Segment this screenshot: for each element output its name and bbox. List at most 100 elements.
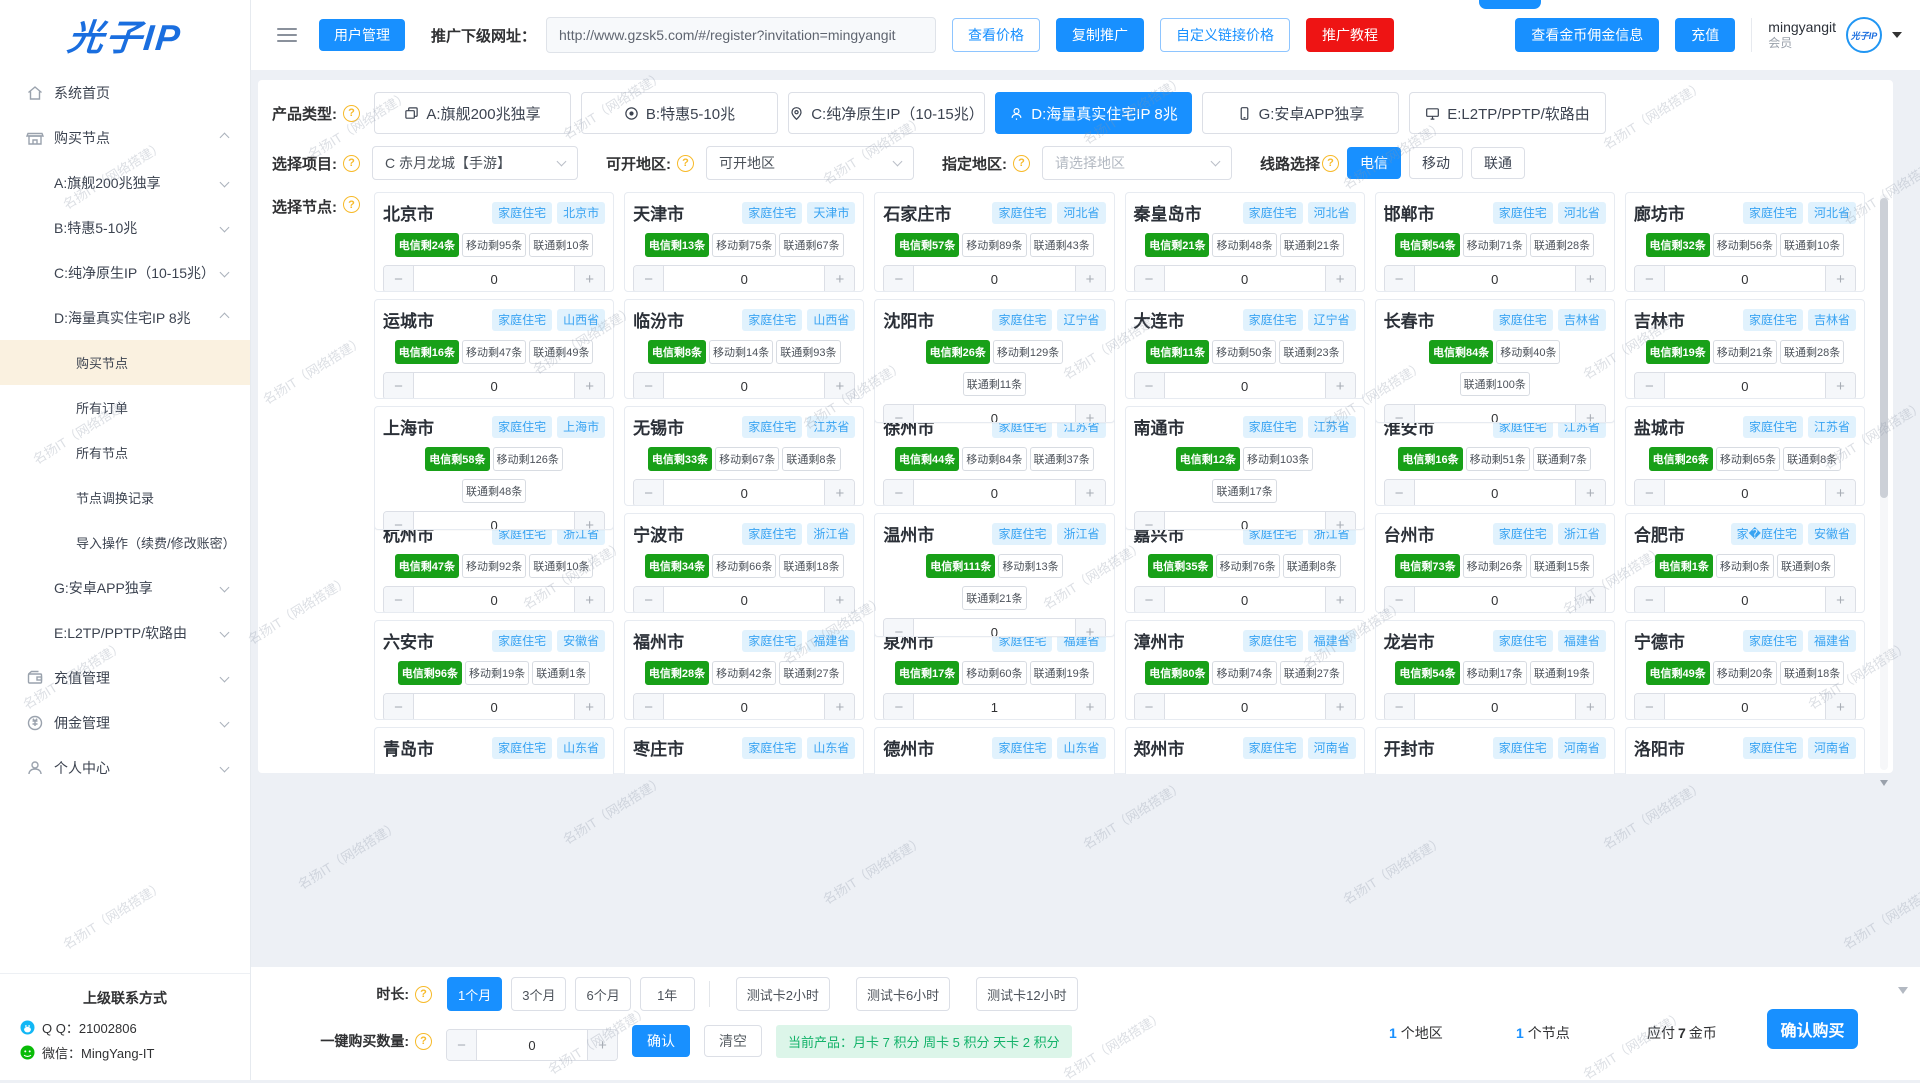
custom-link-price-button[interactable]: 自定义链接价格	[1160, 18, 1290, 52]
decrease-button[interactable]: −	[384, 266, 414, 292]
specify-area-select[interactable]: 请选择地区	[1042, 146, 1232, 180]
decrease-button[interactable]: −	[634, 587, 664, 613]
quantity-input[interactable]	[1665, 587, 1825, 613]
decrease-button[interactable]: −	[1635, 373, 1665, 399]
increase-button[interactable]: +	[1075, 694, 1105, 720]
product-tab[interactable]: C:纯净原生IP（10-15兆）	[788, 92, 985, 134]
duration-button[interactable]: 1个月	[447, 977, 502, 1011]
quantity-input[interactable]	[1415, 480, 1575, 506]
increase-button[interactable]: +	[574, 694, 604, 720]
decrease-button[interactable]: −	[1635, 694, 1665, 720]
decrease-button[interactable]: −	[884, 266, 914, 292]
project-select[interactable]: C 赤月龙城【手游】	[372, 146, 578, 180]
sidebar-item[interactable]: 充值管理	[0, 655, 250, 700]
promo-url-input[interactable]	[546, 17, 936, 53]
decrease-button[interactable]: −	[1135, 694, 1165, 720]
sidebar-item[interactable]: 节点调换记录	[0, 475, 250, 520]
hamburger-menu-icon[interactable]	[277, 28, 297, 42]
product-tab[interactable]: D:海量真实住宅IP 8兆	[995, 92, 1192, 134]
increase-button[interactable]: +	[1075, 619, 1105, 637]
increase-button[interactable]: +	[1575, 587, 1605, 613]
sidebar-item[interactable]: E:L2TP/PPTP/软路由	[0, 610, 250, 655]
quantity-input[interactable]	[1165, 587, 1325, 613]
decrease-button[interactable]: −	[634, 694, 664, 720]
quantity-input[interactable]	[664, 480, 824, 506]
increase-button[interactable]: +	[1325, 694, 1355, 720]
duration-button[interactable]: 1年	[640, 977, 695, 1011]
increase-button[interactable]: +	[1575, 266, 1605, 292]
quantity-input[interactable]	[914, 694, 1074, 720]
open-region-select[interactable]: 可开地区	[706, 146, 914, 180]
product-tab[interactable]: B:特惠5-10兆	[581, 92, 778, 134]
quantity-input[interactable]	[914, 619, 1074, 637]
increase-button[interactable]: +	[1825, 266, 1855, 292]
decrease-button[interactable]: −	[884, 405, 914, 423]
increase-button[interactable]: +	[574, 266, 604, 292]
increase-button[interactable]: +	[1575, 480, 1605, 506]
help-icon[interactable]: ?	[415, 986, 432, 1003]
decrease-button[interactable]: −	[384, 373, 414, 399]
help-icon[interactable]: ?	[1322, 155, 1339, 172]
decrease-button[interactable]: −	[884, 619, 914, 637]
help-icon[interactable]: ?	[1013, 155, 1030, 172]
increase-button[interactable]: +	[1825, 373, 1855, 399]
increase-button[interactable]: +	[1825, 480, 1855, 506]
decrease-button[interactable]: −	[447, 1030, 477, 1060]
increase-button[interactable]: +	[587, 1030, 617, 1060]
quantity-input[interactable]	[1665, 694, 1825, 720]
quantity-input[interactable]	[414, 373, 574, 399]
quantity-input[interactable]	[1665, 373, 1825, 399]
quantity-input[interactable]	[1415, 266, 1575, 292]
help-icon[interactable]: ?	[343, 196, 360, 213]
confirm-button[interactable]: 确认	[632, 1025, 690, 1057]
decrease-button[interactable]: −	[384, 694, 414, 720]
quantity-input[interactable]	[414, 266, 574, 292]
bulk-quantity-input[interactable]	[477, 1030, 587, 1060]
increase-button[interactable]: +	[574, 587, 604, 613]
increase-button[interactable]: +	[824, 480, 854, 506]
quantity-input[interactable]	[664, 587, 824, 613]
gold-commission-info-button[interactable]: 查看金币佣金信息	[1515, 18, 1659, 52]
confirm-purchase-button[interactable]: 确认购买	[1767, 1009, 1858, 1049]
recharge-button[interactable]: 充值	[1675, 18, 1735, 52]
decrease-button[interactable]: −	[384, 587, 414, 613]
increase-button[interactable]: +	[1325, 373, 1355, 399]
quantity-input[interactable]	[914, 405, 1074, 423]
decrease-button[interactable]: −	[634, 266, 664, 292]
quantity-input[interactable]	[1165, 266, 1325, 292]
decrease-button[interactable]: −	[1135, 373, 1165, 399]
sidebar-item[interactable]: A:旗舰200兆独享	[0, 160, 250, 205]
decrease-button[interactable]: −	[1135, 266, 1165, 292]
quantity-input[interactable]	[1665, 480, 1825, 506]
decrease-button[interactable]: −	[1635, 266, 1665, 292]
decrease-button[interactable]: −	[1385, 266, 1415, 292]
scrollbar-down-arrow[interactable]	[1880, 780, 1888, 786]
decrease-button[interactable]: −	[634, 373, 664, 399]
decrease-button[interactable]: −	[884, 694, 914, 720]
collapse-arrow-icon[interactable]	[1898, 987, 1908, 994]
quantity-input[interactable]	[914, 480, 1074, 506]
sidebar-item[interactable]: 所有节点	[0, 430, 250, 475]
increase-button[interactable]: +	[1825, 587, 1855, 613]
decrease-button[interactable]: −	[634, 480, 664, 506]
sidebar-item[interactable]: 购买节点	[0, 340, 250, 385]
duration-button[interactable]: 6个月	[575, 977, 630, 1011]
line-button[interactable]: 联通	[1471, 147, 1525, 179]
sidebar-item[interactable]: 系统首页	[0, 70, 250, 115]
sidebar-item[interactable]: 导入操作（续费/修改账密）	[0, 520, 250, 565]
view-price-button[interactable]: 查看价格	[952, 18, 1040, 52]
sidebar-item[interactable]: 所有订单	[0, 385, 250, 430]
help-icon[interactable]: ?	[343, 155, 360, 172]
decrease-button[interactable]: −	[1385, 480, 1415, 506]
quantity-input[interactable]	[1165, 694, 1325, 720]
decrease-button[interactable]: −	[1385, 405, 1415, 423]
quantity-input[interactable]	[664, 373, 824, 399]
sidebar-item[interactable]: 个人中心	[0, 745, 250, 790]
quantity-input[interactable]	[914, 266, 1074, 292]
sidebar-item[interactable]: 佣金管理	[0, 700, 250, 745]
user-menu[interactable]: mingyangit 会员 光子IP	[1768, 17, 1902, 53]
product-tab[interactable]: A:旗舰200兆独享	[374, 92, 571, 134]
decrease-button[interactable]: −	[1135, 512, 1165, 530]
decrease-button[interactable]: −	[1635, 587, 1665, 613]
quantity-input[interactable]	[1415, 587, 1575, 613]
